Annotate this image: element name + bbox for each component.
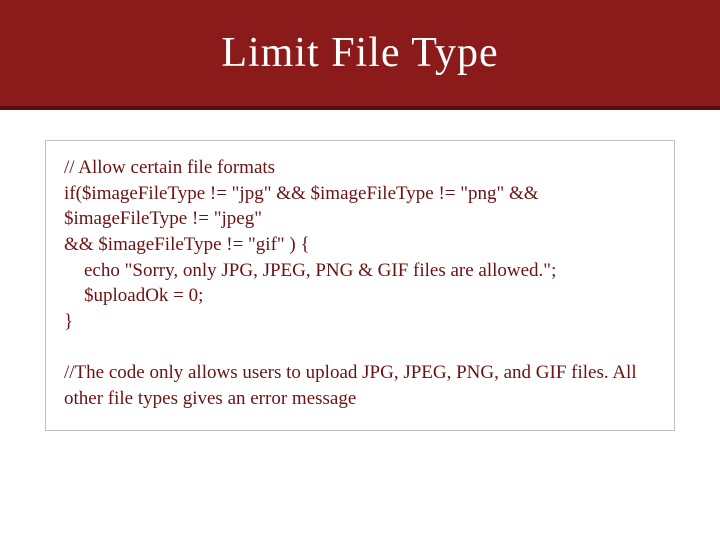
slide-header: Limit File Type: [0, 0, 720, 110]
code-comment-1: // Allow certain file formats: [64, 155, 656, 181]
code-comment-2: //The code only allows users to upload J…: [64, 360, 656, 411]
code-if-line-1: if($imageFileType != "jpg" && $imageFile…: [64, 181, 656, 232]
code-close-brace: }: [64, 309, 656, 335]
code-assign: $uploadOk = 0;: [64, 283, 656, 309]
content-area: // Allow certain file formats if($imageF…: [0, 110, 720, 461]
code-if-line-2: && $imageFileType != "gif" ) {: [64, 232, 656, 258]
blank-line: [64, 334, 656, 360]
code-echo: echo "Sorry, only JPG, JPEG, PNG & GIF f…: [64, 258, 656, 284]
slide-title: Limit File Type: [221, 29, 498, 77]
code-box: // Allow certain file formats if($imageF…: [45, 140, 675, 431]
